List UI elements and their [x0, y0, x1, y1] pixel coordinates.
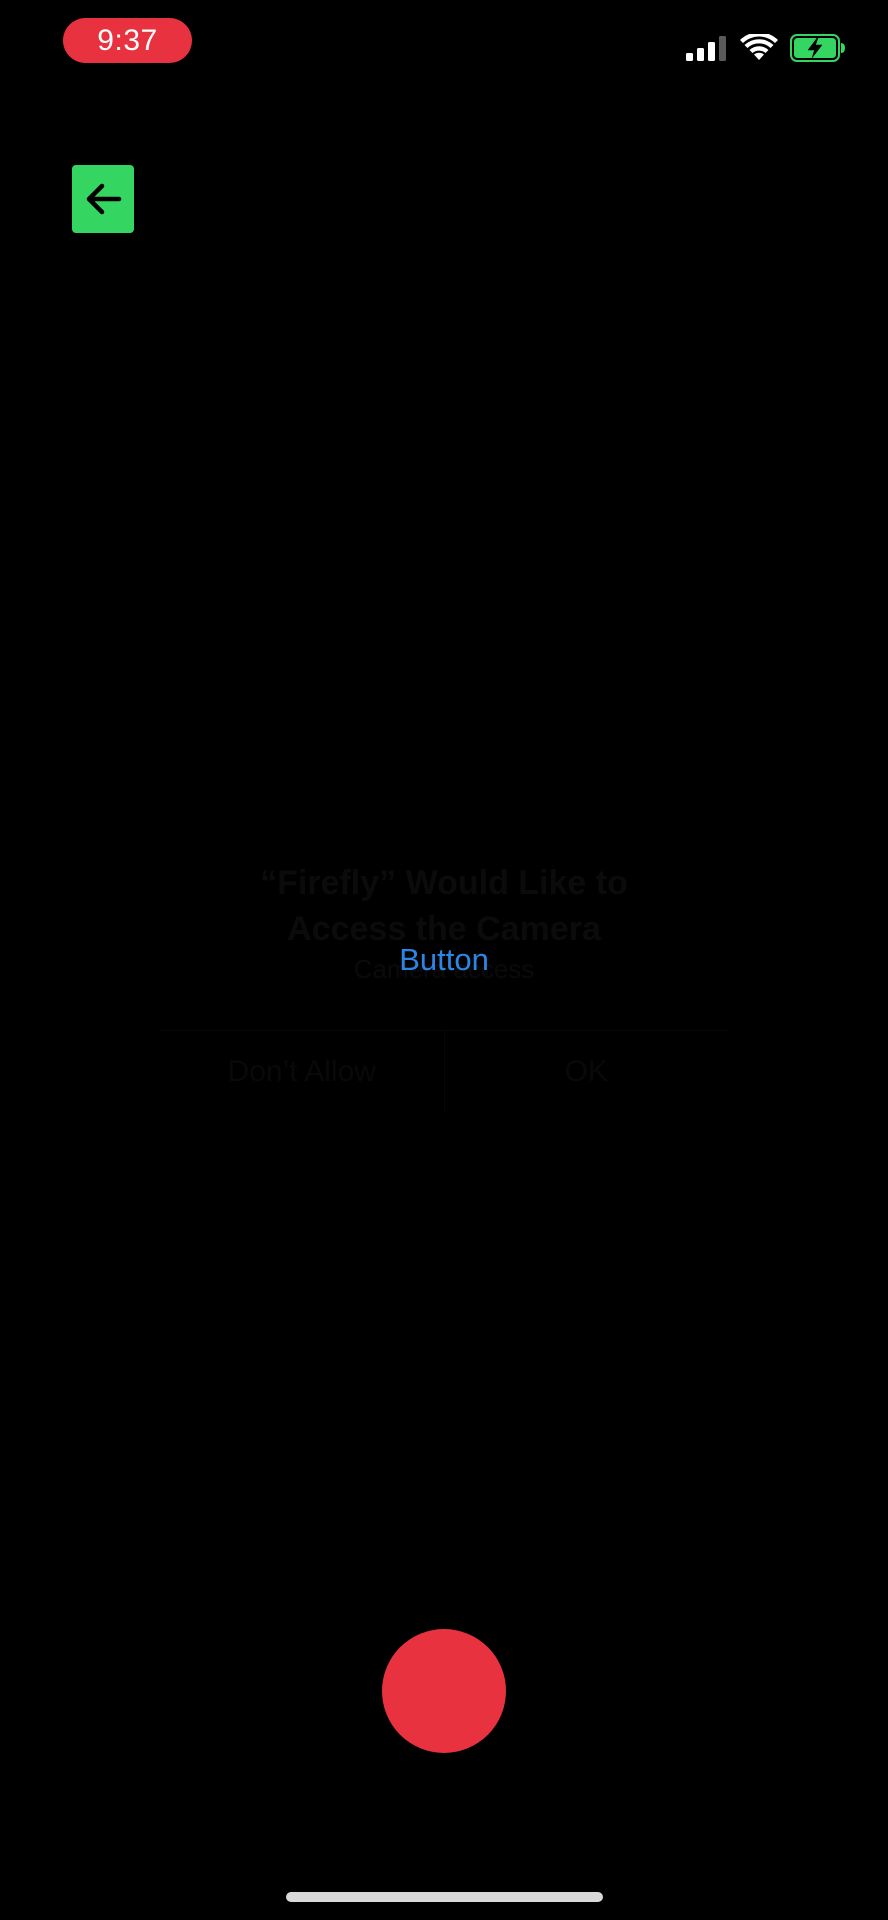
home-indicator: [286, 1892, 603, 1902]
status-icons: [686, 30, 846, 66]
status-time: 9:37: [63, 18, 192, 63]
arrow-left-icon: [86, 183, 122, 215]
permission-dialog-title-line1: “Firefly” Would Like to: [260, 864, 628, 902]
dont-allow-button[interactable]: Don’t Allow: [160, 1031, 444, 1113]
battery-charging-icon: [790, 34, 845, 62]
signal-icon: [686, 36, 726, 61]
permission-dialog: “Firefly” Would Like to Access the Camer…: [150, 850, 738, 1130]
permission-dialog-actions: Don’t Allow OK: [160, 1030, 728, 1113]
record-button[interactable]: [382, 1629, 506, 1753]
center-button[interactable]: Button: [344, 938, 544, 982]
status-bar: 9:37: [0, 0, 888, 90]
wifi-icon: [740, 34, 778, 60]
allow-button[interactable]: OK: [443, 1031, 729, 1113]
back-button[interactable]: [72, 165, 134, 233]
